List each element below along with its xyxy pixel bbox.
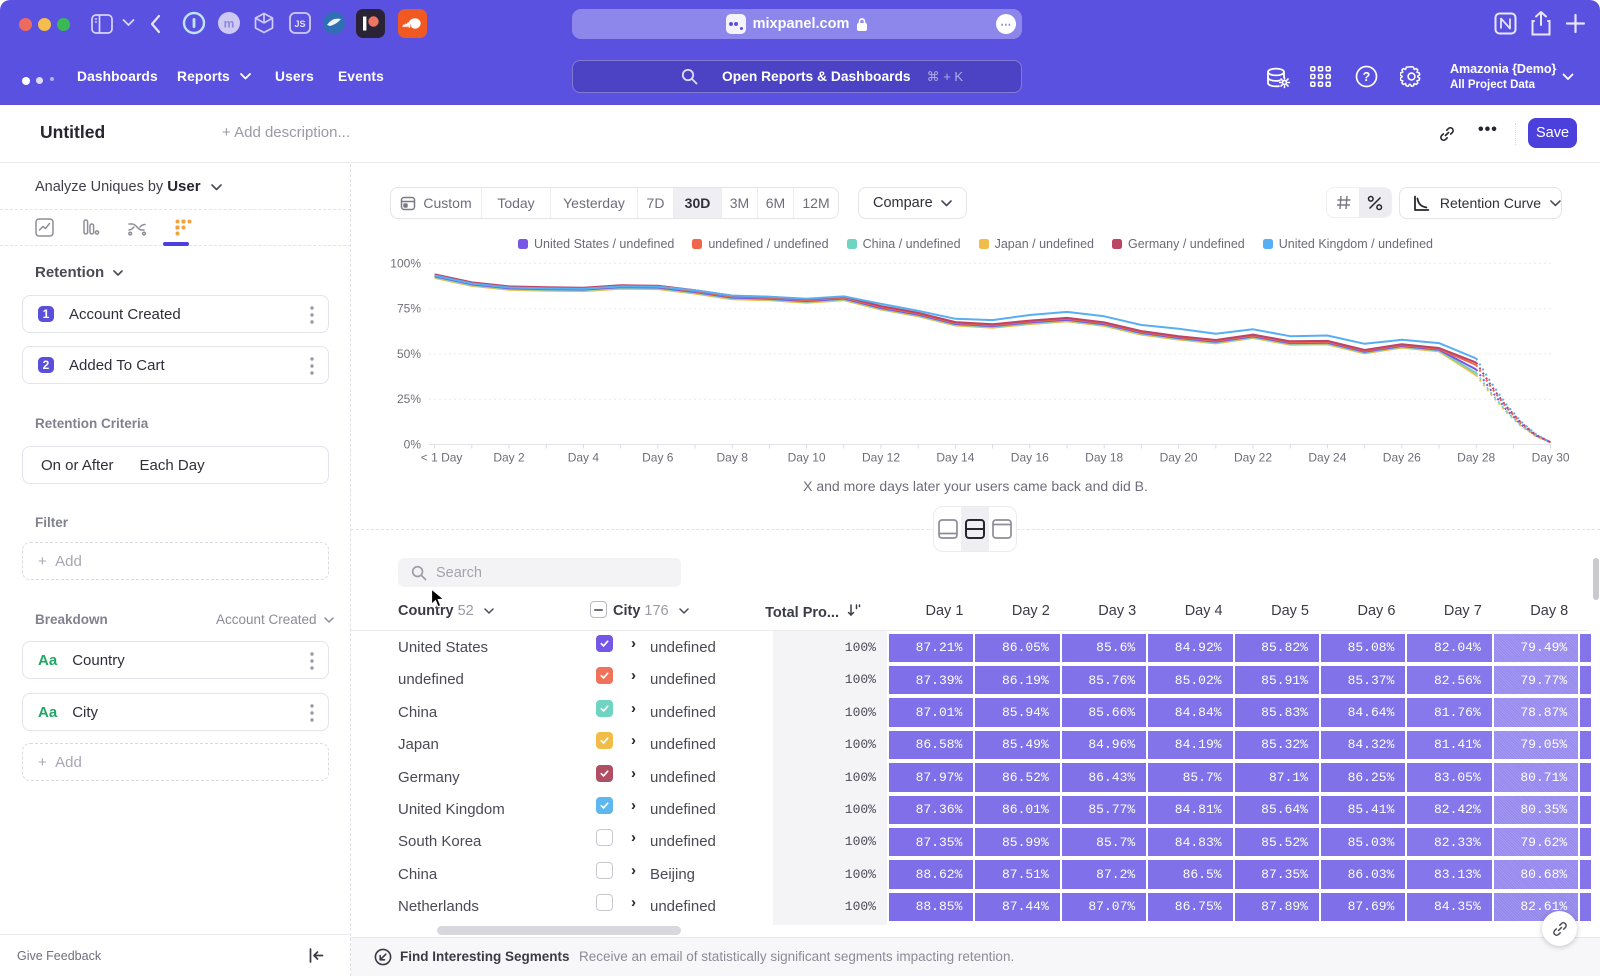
- svg-text:?: ?: [1363, 70, 1371, 84]
- svg-text:JS: JS: [294, 19, 305, 29]
- svg-text:m: m: [224, 17, 235, 31]
